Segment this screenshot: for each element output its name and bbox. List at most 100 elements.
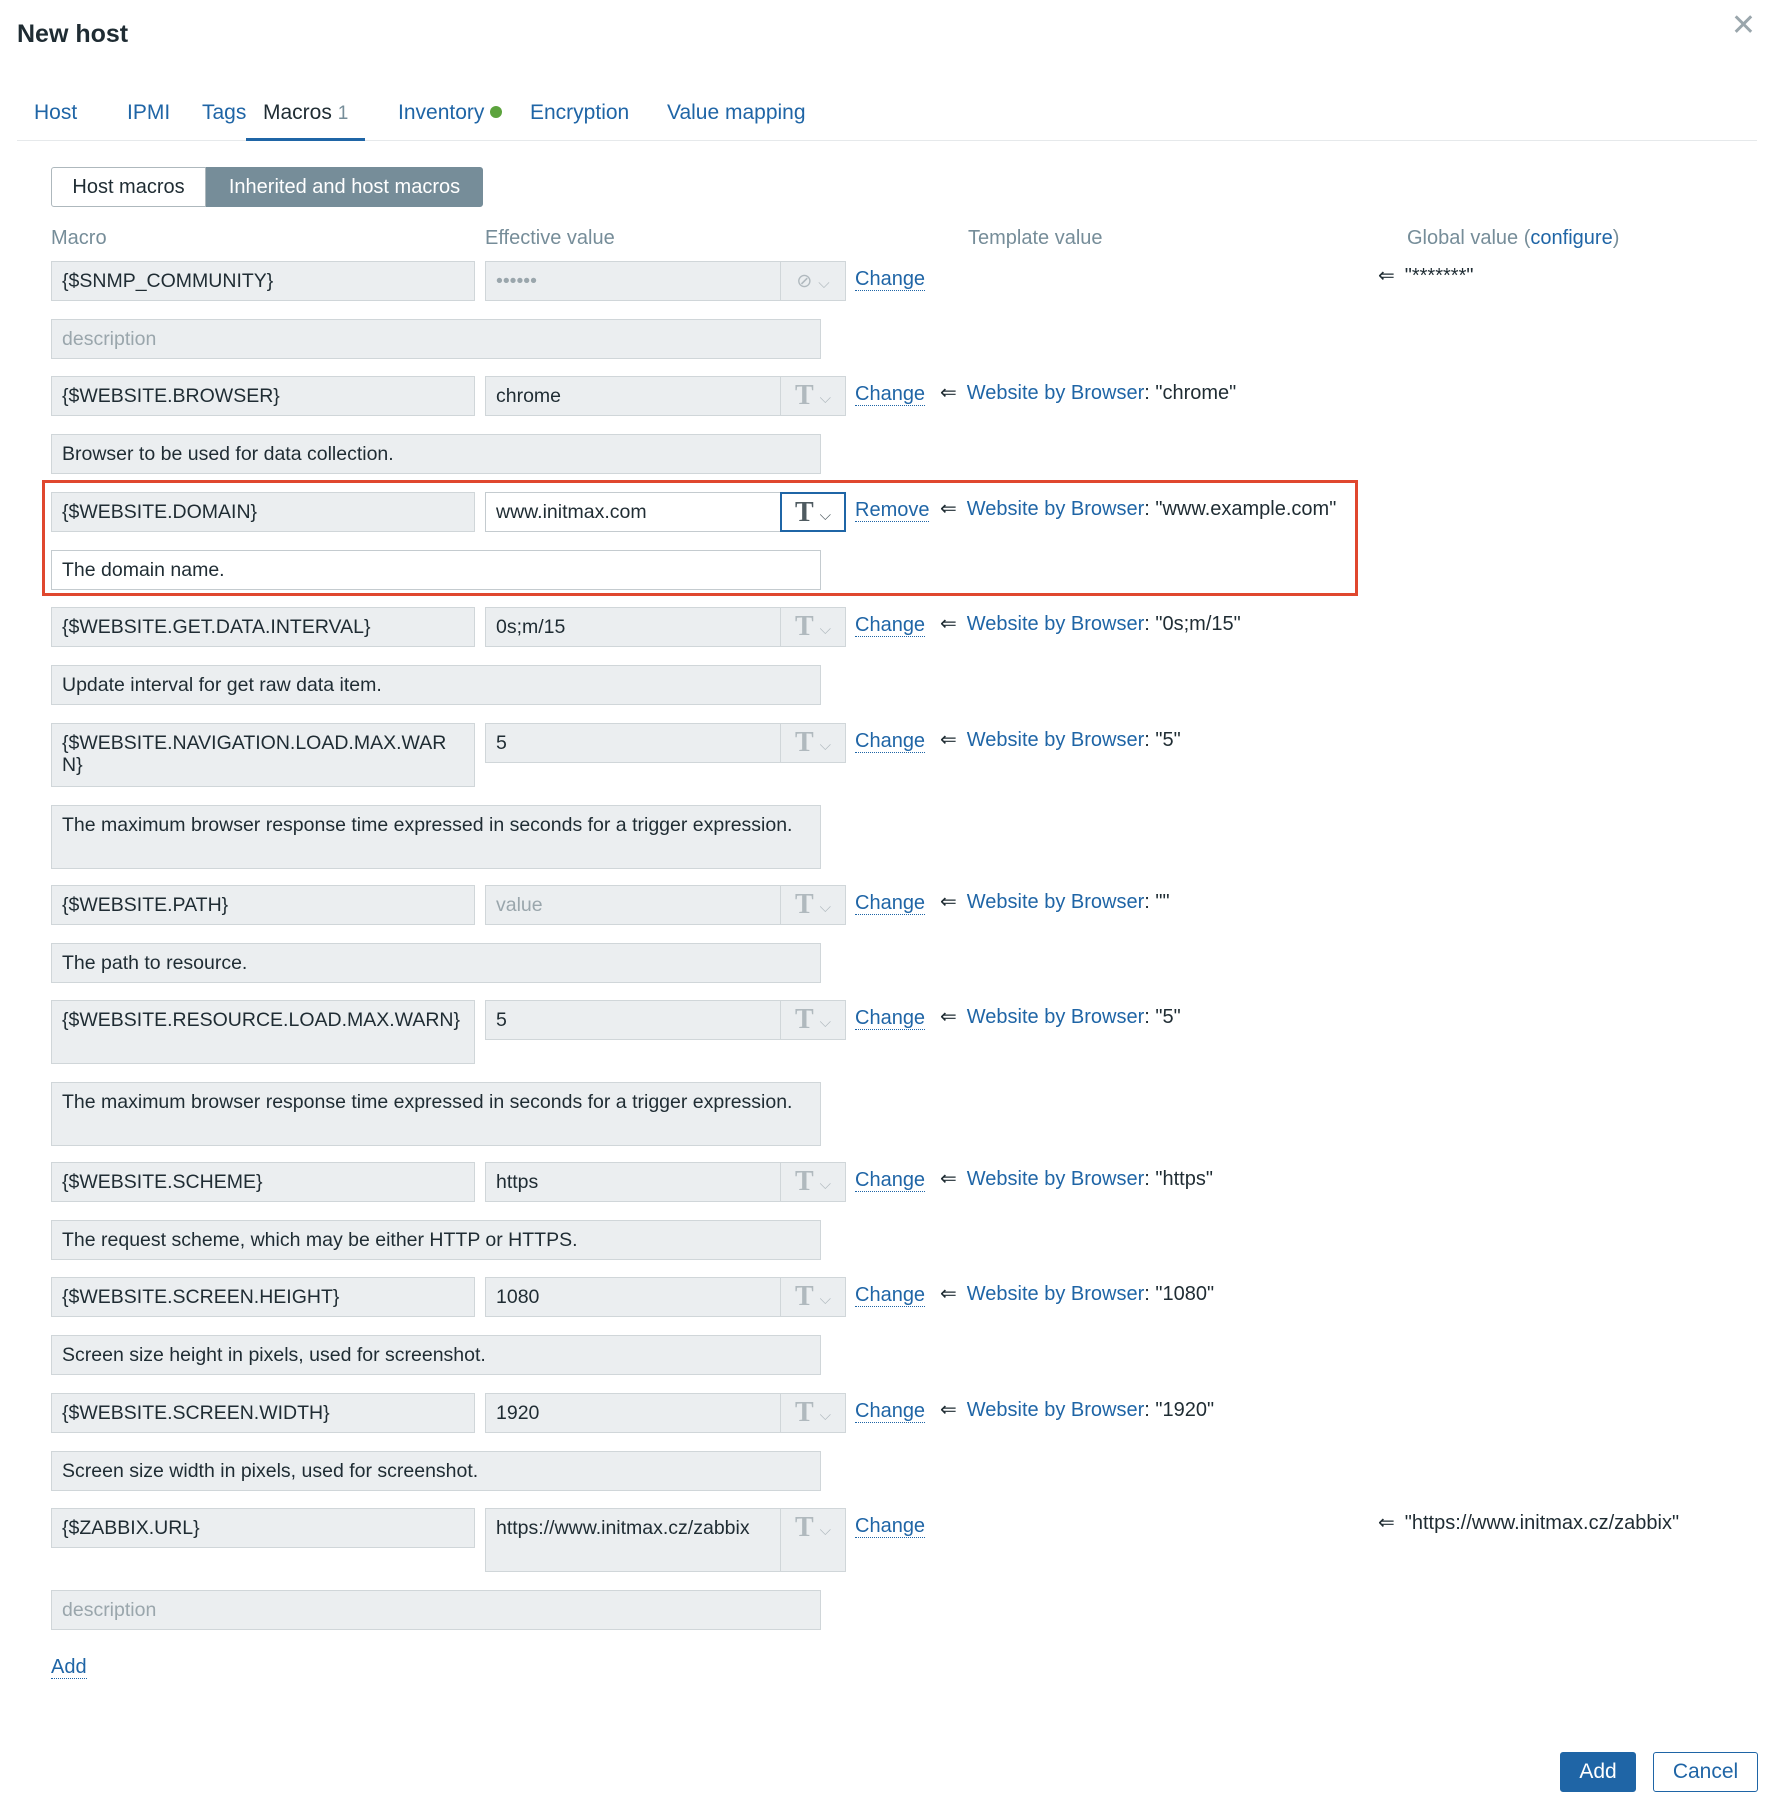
template-link[interactable]: Website by Browser — [967, 1399, 1144, 1421]
macro-value-input[interactable]: www.initmax.com T ⌵ — [485, 492, 846, 532]
add-macro-link[interactable]: Add — [51, 1656, 87, 1679]
value-type-dropdown[interactable]: T ⌵ — [780, 1393, 846, 1433]
text-type-icon: T — [794, 497, 814, 528]
macro-name-field: {$WEBSITE.BROWSER} — [51, 376, 475, 416]
template-link[interactable]: Website by Browser — [967, 1283, 1144, 1305]
macro-description-field[interactable]: The maximum browser response time expres… — [51, 805, 821, 869]
value-type-dropdown[interactable]: T ⌵ — [780, 723, 846, 763]
chevron-down-icon: ⌵ — [819, 1291, 832, 1308]
macro-description-field[interactable]: description — [51, 319, 821, 359]
tab-macros[interactable]: Macros 1 — [246, 92, 366, 141]
close-icon[interactable]: ✕ — [1731, 8, 1756, 43]
cancel-button[interactable]: Cancel — [1653, 1752, 1758, 1792]
change-link[interactable]: Change — [855, 268, 926, 291]
macro-value-input[interactable]: value T ⌵ — [485, 885, 846, 925]
macro-value-text[interactable]: •••••• — [485, 261, 780, 301]
template-value-text: "1920" — [1155, 1399, 1215, 1421]
change-link[interactable]: Change — [855, 730, 926, 753]
macro-value-text[interactable]: chrome — [485, 376, 780, 416]
macro-value-input[interactable]: •••••• ⊘ ⌵ — [485, 261, 846, 301]
value-type-dropdown[interactable]: T ⌵ — [780, 1000, 846, 1040]
add-button[interactable]: Add — [1560, 1752, 1636, 1792]
template-link[interactable]: Website by Browser — [967, 613, 1144, 635]
macro-description-field[interactable]: Screen size width in pixels, used for sc… — [51, 1451, 821, 1491]
global-value: ⇐ "https://www.initmax.cz/zabbix" — [1378, 1510, 1679, 1535]
configure-link[interactable]: configure — [1530, 227, 1612, 249]
template-value-text: "https" — [1155, 1168, 1213, 1190]
inherited-macros-toggle[interactable]: Inherited and host macros — [206, 167, 483, 207]
chevron-down-icon: ⌵ — [818, 275, 830, 292]
macro-value-text[interactable]: 5 — [485, 1000, 780, 1040]
eye-slash-icon: ⊘ — [796, 271, 813, 292]
macro-value-input[interactable]: chrome T ⌵ — [485, 376, 846, 416]
template-link[interactable]: Website by Browser — [967, 382, 1144, 404]
template-link[interactable]: Website by Browser — [967, 1006, 1144, 1028]
chevron-down-icon: ⌵ — [819, 390, 832, 407]
macro-value-text[interactable]: https — [485, 1162, 780, 1202]
macro-description-field[interactable]: The request scheme, which may be either … — [51, 1220, 821, 1260]
value-type-dropdown[interactable]: T ⌵ — [780, 607, 846, 647]
template-value: ⇐ Website by Browser: "https" — [940, 1166, 1213, 1191]
inherit-arrow-icon: ⇐ — [940, 1283, 957, 1305]
macro-value-input[interactable]: 1080 T ⌵ — [485, 1277, 846, 1317]
macro-value-text[interactable]: www.initmax.com — [485, 492, 780, 532]
value-type-dropdown[interactable]: ⊘ ⌵ — [780, 261, 846, 301]
remove-link[interactable]: Remove — [855, 499, 930, 522]
macro-value-text[interactable]: 1080 — [485, 1277, 780, 1317]
template-link[interactable]: Website by Browser — [967, 729, 1144, 751]
change-link[interactable]: Change — [855, 1400, 926, 1423]
change-link[interactable]: Change — [855, 1007, 926, 1030]
value-type-dropdown[interactable]: T ⌵ — [780, 885, 846, 925]
tab-inventory[interactable]: Inventory — [381, 92, 519, 138]
effective-value-column-header: Effective value — [485, 227, 615, 249]
macro-name-field: {$WEBSITE.SCREEN.HEIGHT} — [51, 1277, 475, 1317]
macro-value-input[interactable]: 0s;m/15 T ⌵ — [485, 607, 846, 647]
macro-description-field[interactable]: The path to resource. — [51, 943, 821, 983]
change-link[interactable]: Change — [855, 1515, 926, 1538]
macro-value-text[interactable]: https://www.initmax.cz/zabbix — [485, 1508, 780, 1572]
template-link[interactable]: Website by Browser — [967, 891, 1144, 913]
value-type-dropdown[interactable]: T ⌵ — [780, 1508, 846, 1572]
change-link[interactable]: Change — [855, 1169, 926, 1192]
macro-description-field[interactable]: Screen size height in pixels, used for s… — [51, 1335, 821, 1375]
tab-host[interactable]: Host — [17, 92, 94, 138]
macro-value-input[interactable]: https T ⌵ — [485, 1162, 846, 1202]
template-value: ⇐ Website by Browser: "chrome" — [940, 380, 1236, 405]
change-link[interactable]: Change — [855, 614, 926, 637]
macro-value-input[interactable]: 5 T ⌵ — [485, 723, 846, 763]
tab-bar: Host IPMI Tags Macros 1 Inventory Encryp… — [17, 92, 1757, 141]
change-link[interactable]: Change — [855, 383, 926, 406]
template-value: ⇐ Website by Browser: "5" — [940, 727, 1181, 752]
tab-encryption[interactable]: Encryption — [513, 92, 646, 138]
macro-description-field[interactable]: description — [51, 1590, 821, 1630]
tab-value-mapping[interactable]: Value mapping — [650, 92, 823, 138]
macro-value-text[interactable]: 0s;m/15 — [485, 607, 780, 647]
macro-description-field[interactable]: The domain name. — [51, 550, 821, 590]
template-link[interactable]: Website by Browser — [967, 498, 1144, 520]
template-separator: : — [1144, 382, 1156, 404]
change-link[interactable]: Change — [855, 1284, 926, 1307]
macro-value-input[interactable]: 5 T ⌵ — [485, 1000, 846, 1040]
tab-label: Value mapping — [667, 101, 806, 124]
change-link[interactable]: Change — [855, 892, 926, 915]
macro-value-text[interactable]: value — [485, 885, 780, 925]
inherit-arrow-icon: ⇐ — [940, 382, 957, 404]
macro-value-text[interactable]: 1920 — [485, 1393, 780, 1433]
chevron-down-icon: ⌵ — [819, 1407, 832, 1424]
text-type-icon: T — [794, 611, 814, 642]
template-separator: : — [1144, 498, 1156, 520]
chevron-down-icon: ⌵ — [819, 507, 832, 524]
macro-description-field[interactable]: Browser to be used for data collection. — [51, 434, 821, 474]
host-macros-toggle[interactable]: Host macros — [51, 167, 206, 207]
template-link[interactable]: Website by Browser — [967, 1168, 1144, 1190]
macro-value-input[interactable]: 1920 T ⌵ — [485, 1393, 846, 1433]
value-type-dropdown[interactable]: T ⌵ — [780, 376, 846, 416]
value-type-dropdown[interactable]: T ⌵ — [780, 492, 846, 532]
macro-description-field[interactable]: The maximum browser response time expres… — [51, 1082, 821, 1146]
macro-value-input[interactable]: https://www.initmax.cz/zabbix T ⌵ — [485, 1508, 846, 1572]
tab-ipmi[interactable]: IPMI — [110, 92, 187, 138]
value-type-dropdown[interactable]: T ⌵ — [780, 1162, 846, 1202]
macro-value-text[interactable]: 5 — [485, 723, 780, 763]
value-type-dropdown[interactable]: T ⌵ — [780, 1277, 846, 1317]
macro-description-field[interactable]: Update interval for get raw data item. — [51, 665, 821, 705]
